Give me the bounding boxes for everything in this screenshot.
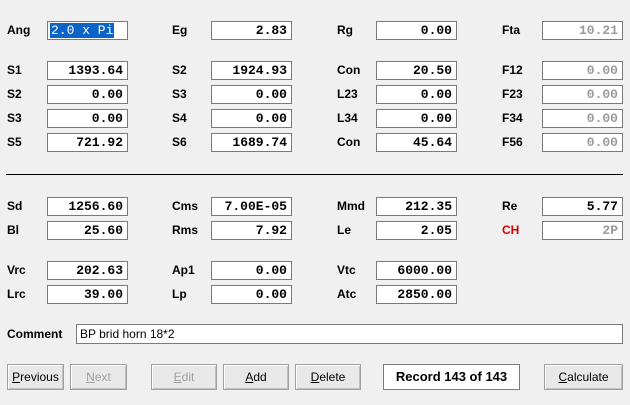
- label-le: Le: [337, 223, 352, 237]
- next-button[interactable]: Next: [70, 364, 127, 390]
- s4-field[interactable]: 0.00: [211, 109, 292, 128]
- delete-button[interactable]: Delete: [295, 364, 361, 390]
- mmd-field[interactable]: 212.35: [376, 197, 457, 216]
- label-f12: F12: [502, 63, 523, 77]
- vrc-field[interactable]: 202.63: [47, 261, 128, 280]
- ch-field: 2P: [542, 221, 623, 240]
- f56-field: 0.00: [542, 133, 623, 152]
- ap1-field[interactable]: 0.00: [211, 261, 292, 280]
- label-f23: F23: [502, 87, 523, 101]
- edit-button[interactable]: Edit: [151, 364, 217, 390]
- s3-col2-field[interactable]: 0.00: [211, 85, 292, 104]
- label-s4: S4: [172, 111, 187, 125]
- l23-field[interactable]: 0.00: [376, 85, 457, 104]
- ang-field[interactable]: 2.0 x Pi: [47, 21, 128, 40]
- label-f34: F34: [502, 111, 523, 125]
- label-s2: S2: [7, 87, 22, 101]
- cms-field[interactable]: 7.00E-05: [211, 197, 292, 216]
- label-bl: Bl: [7, 223, 19, 237]
- label-l23: L23: [337, 87, 358, 101]
- label-s2-col2: S2: [172, 63, 187, 77]
- section-divider: [6, 174, 623, 175]
- label-s6: S6: [172, 135, 187, 149]
- label-eg: Eg: [172, 23, 188, 37]
- label-con-1: Con: [337, 63, 361, 77]
- f34-field: 0.00: [542, 109, 623, 128]
- label-rms: Rms: [172, 223, 199, 237]
- sd-field[interactable]: 1256.60: [47, 197, 128, 216]
- lrc-field[interactable]: 39.00: [47, 285, 128, 304]
- eg-field[interactable]: 2.83: [211, 21, 292, 40]
- label-fta: Fta: [502, 23, 520, 37]
- label-s1: S1: [7, 63, 22, 77]
- s2-field[interactable]: 0.00: [47, 85, 128, 104]
- s6-field[interactable]: 1689.74: [211, 133, 292, 152]
- label-con-2: Con: [337, 135, 361, 149]
- label-ap1: Ap1: [172, 263, 195, 277]
- label-mmd: Mmd: [337, 199, 365, 213]
- s5-field[interactable]: 721.92: [47, 133, 128, 152]
- rg-field[interactable]: 0.00: [376, 21, 457, 40]
- label-re: Re: [502, 199, 518, 213]
- s3-field[interactable]: 0.00: [47, 109, 128, 128]
- label-cms: Cms: [172, 199, 199, 213]
- label-atc: Atc: [337, 287, 357, 301]
- add-button[interactable]: Add: [223, 364, 289, 390]
- f23-field: 0.00: [542, 85, 623, 104]
- label-comment: Comment: [7, 327, 63, 341]
- con-2-field[interactable]: 45.64: [376, 133, 457, 152]
- bl-field[interactable]: 25.60: [47, 221, 128, 240]
- comment-field[interactable]: BP brid horn 18*2: [76, 324, 623, 344]
- label-lp: Lp: [172, 287, 187, 301]
- re-field[interactable]: 5.77: [542, 197, 623, 216]
- label-f56: F56: [502, 135, 523, 149]
- le-field[interactable]: 2.05: [376, 221, 457, 240]
- label-ch: CH: [502, 223, 520, 237]
- label-s3: S3: [7, 111, 22, 125]
- label-vrc: Vrc: [7, 263, 26, 277]
- record-status: Record 143 of 143: [383, 364, 520, 390]
- l34-field[interactable]: 0.00: [376, 109, 457, 128]
- label-l34: L34: [337, 111, 358, 125]
- fta-field: 10.21: [542, 21, 623, 40]
- atc-field[interactable]: 2850.00: [376, 285, 457, 304]
- f12-field: 0.00: [542, 61, 623, 80]
- previous-button[interactable]: Previous: [7, 364, 64, 390]
- s1-field[interactable]: 1393.64: [47, 61, 128, 80]
- s2-col2-field[interactable]: 1924.93: [211, 61, 292, 80]
- ang-value: 2.0 x Pi: [50, 23, 115, 38]
- con-1-field[interactable]: 20.50: [376, 61, 457, 80]
- vtc-field[interactable]: 6000.00: [376, 261, 457, 280]
- lp-field[interactable]: 0.00: [211, 285, 292, 304]
- label-s3-col2: S3: [172, 87, 187, 101]
- label-vtc: Vtc: [337, 263, 356, 277]
- label-lrc: Lrc: [7, 287, 26, 301]
- label-sd: Sd: [7, 199, 23, 213]
- calculate-button[interactable]: Calculate: [544, 364, 623, 390]
- label-s5: S5: [7, 135, 22, 149]
- rms-field[interactable]: 7.92: [211, 221, 292, 240]
- label-rg: Rg: [337, 23, 353, 37]
- label-ang: Ang: [7, 23, 31, 37]
